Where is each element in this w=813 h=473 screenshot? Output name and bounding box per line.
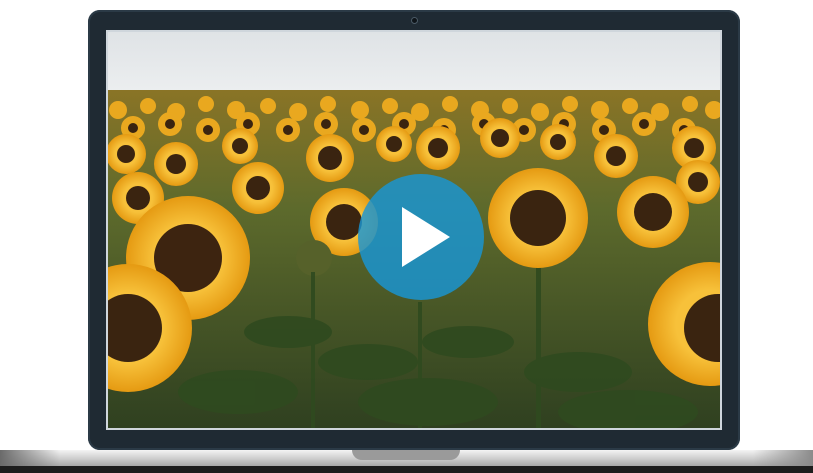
laptop-base-right-shade [753,450,813,466]
play-button-overlay[interactable] [358,174,484,300]
play-icon [402,207,450,267]
laptop-base-bottom-edge [0,466,813,473]
laptop-opening-notch [352,450,460,460]
laptop-base-left-shade [0,450,60,466]
webcam-icon [412,18,417,23]
laptop-mockup [0,0,813,473]
